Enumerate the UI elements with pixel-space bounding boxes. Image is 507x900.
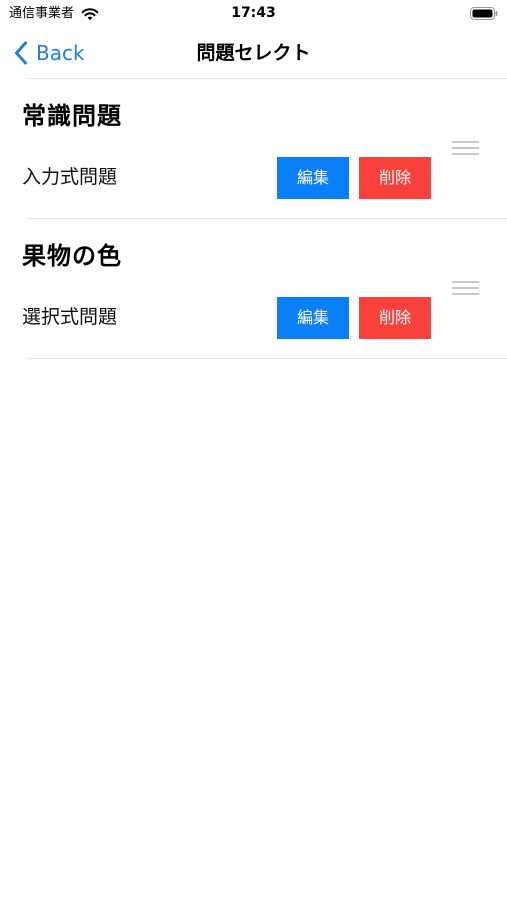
delete-button[interactable]: 削除	[359, 157, 431, 199]
quiz-type: 選択式問題	[22, 306, 118, 328]
screen: 通信事業者 17:43 Back 問題セレクト 常識問題 入力式問題 編集 削除…	[0, 0, 507, 900]
drag-handle-icon[interactable]	[452, 141, 479, 157]
edit-button[interactable]: 編集	[277, 157, 349, 199]
drag-handle-icon[interactable]	[452, 281, 479, 297]
list-item[interactable]: 果物の色 選択式問題 編集 削除	[22, 219, 507, 359]
navigation-bar: Back 問題セレクト	[0, 28, 507, 78]
clock: 17:43	[231, 5, 276, 21]
battery-icon	[470, 7, 498, 20]
delete-button[interactable]: 削除	[359, 297, 431, 339]
page-title: 問題セレクト	[196, 42, 311, 64]
edit-button[interactable]: 編集	[277, 297, 349, 339]
quiz-title: 果物の色	[22, 242, 122, 270]
status-bar: 通信事業者 17:43	[0, 0, 507, 28]
quiz-type: 入力式問題	[22, 166, 118, 188]
list-item[interactable]: 常識問題 入力式問題 編集 削除	[22, 79, 507, 219]
quiz-title: 常識問題	[22, 102, 122, 130]
quiz-list: 常識問題 入力式問題 編集 削除 果物の色 選択式問題 編集 削除	[0, 79, 507, 359]
